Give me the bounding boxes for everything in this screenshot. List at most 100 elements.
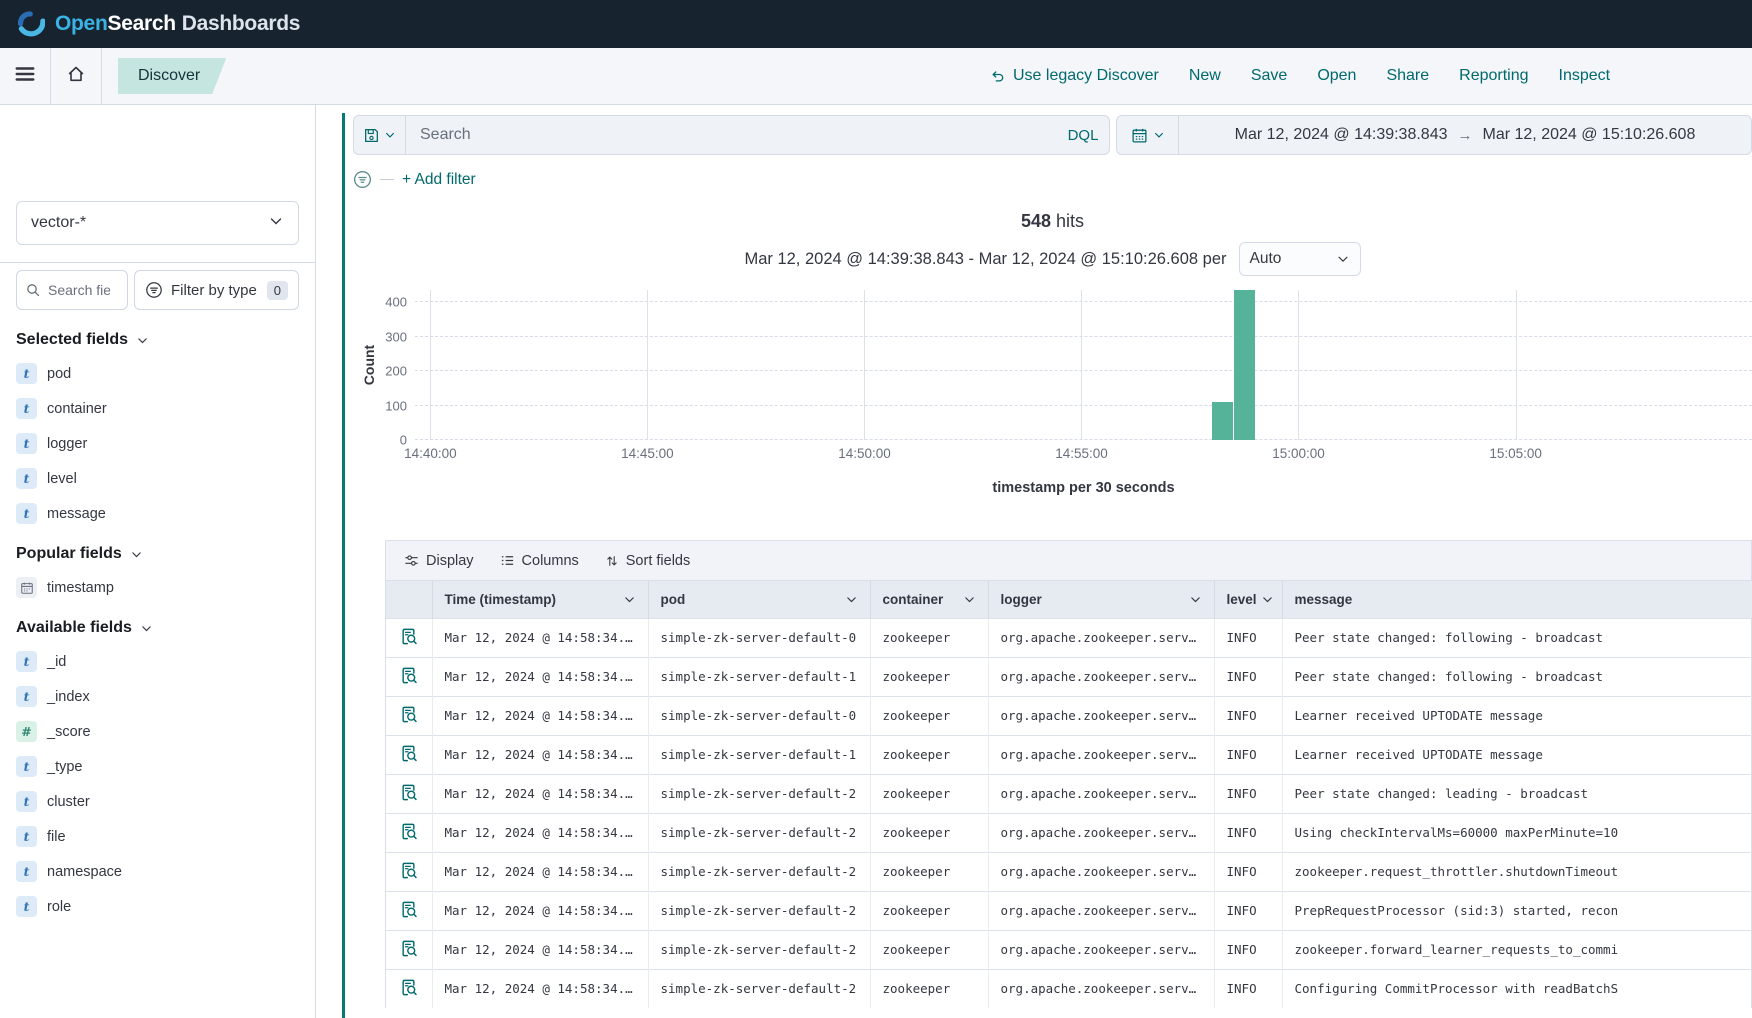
date-to[interactable]: Mar 12, 2024 @ 15:10:26.608 (1483, 126, 1696, 144)
menu-button[interactable] (0, 48, 50, 104)
x-gridline (430, 290, 431, 440)
hits-title: 548 hits (353, 211, 1752, 232)
field-name: _score (47, 724, 91, 740)
inspect-document-button[interactable] (386, 696, 432, 735)
cell-logger: org.apache.zookeeper.serv… (988, 735, 1214, 774)
display-button[interactable]: Display (404, 553, 474, 569)
cell-logger: org.apache.zookeeper.serv… (988, 774, 1214, 813)
cell-message: Learner received UPTODATE message (1282, 735, 1752, 774)
nav-action-share[interactable]: Share (1386, 67, 1429, 85)
section-header-selected-fields[interactable]: Selected fields (16, 331, 299, 349)
inspect-document-button[interactable] (386, 657, 432, 696)
inspect-document-button[interactable] (386, 969, 432, 1008)
field-item-namespace[interactable]: tnamespace (16, 861, 299, 882)
query-bar: DQL (353, 115, 1110, 155)
x-tick-label: 14:50:00 (838, 446, 891, 461)
inspect-document-button[interactable] (386, 774, 432, 813)
columns-button[interactable]: Columns (500, 553, 579, 569)
field-search-input[interactable] (48, 282, 110, 298)
chevron-down-icon (384, 129, 396, 141)
histogram-bar-14:58:00[interactable] (1212, 402, 1234, 440)
field-item-role[interactable]: trole (16, 896, 299, 917)
field-item-pod[interactable]: tpod (16, 363, 299, 384)
column-header-message[interactable]: message (1282, 581, 1752, 618)
field-item-level[interactable]: tlevel (16, 468, 299, 489)
interval-value: Auto (1250, 250, 1282, 268)
query-language-button[interactable]: DQL (1057, 116, 1109, 154)
y-gridline (415, 301, 1752, 302)
cell-pod: simple-zk-server-default-1 (648, 657, 870, 696)
field-name: message (47, 506, 106, 522)
cell-message: zookeeper.request_throttler.shutdownTime… (1282, 852, 1752, 891)
inspect-document-button[interactable] (386, 735, 432, 774)
column-header-time-timestamp-[interactable]: Time (timestamp) (432, 581, 648, 618)
toolbar-separator (101, 48, 102, 104)
nav-action-reporting[interactable]: Reporting (1459, 67, 1528, 85)
column-header-logger[interactable]: logger (988, 581, 1214, 618)
nav-action-save[interactable]: Save (1251, 67, 1287, 85)
fields-sidebar: vector-* Filter by type 0 Selected field… (0, 105, 316, 1018)
x-axis: 14:40:0014:45:0014:50:0014:55:0015:00:00… (415, 440, 1752, 462)
cell-pod: simple-zk-server-default-2 (648, 852, 870, 891)
cell-pod: simple-zk-server-default-2 (648, 813, 870, 852)
x-gridline (1516, 290, 1517, 440)
filter-by-type-button[interactable]: Filter by type 0 (134, 270, 299, 310)
y-gridline (415, 370, 1752, 371)
column-label: logger (1001, 592, 1042, 607)
nav-action-use-legacy-discover[interactable]: Use legacy Discover (990, 67, 1159, 85)
field-item-message[interactable]: tmessage (16, 503, 299, 524)
text-field-icon: t (16, 468, 37, 489)
inspect-document-button[interactable] (386, 891, 432, 930)
nav-action-open[interactable]: Open (1317, 67, 1356, 85)
cell-container: zookeeper (870, 813, 988, 852)
section-header-popular-fields[interactable]: Popular fields (16, 545, 299, 563)
column-header-container[interactable]: container (870, 581, 988, 618)
sort-fields-button[interactable]: Sort fields (605, 553, 690, 569)
field-item-logger[interactable]: tlogger (16, 433, 299, 454)
column-header-level[interactable]: level (1214, 581, 1282, 618)
column-label: pod (661, 592, 686, 607)
cell-logger: org.apache.zookeeper.serv… (988, 657, 1214, 696)
inspect-document-button[interactable] (386, 930, 432, 969)
field-item-_index[interactable]: t_index (16, 686, 299, 707)
inspect-document-button[interactable] (386, 852, 432, 891)
saved-queries-button[interactable] (354, 116, 406, 154)
cell-container: zookeeper (870, 891, 988, 930)
histogram-bar-14:58:30[interactable] (1234, 290, 1256, 440)
field-item-_type[interactable]: t_type (16, 756, 299, 777)
field-item-_id[interactable]: t_id (16, 651, 299, 672)
search-input[interactable] (406, 116, 1057, 154)
inspect-document-button[interactable] (386, 813, 432, 852)
index-pattern-select[interactable]: vector-* (16, 201, 299, 245)
field-item-_score[interactable]: #_score (16, 721, 299, 742)
chevron-down-icon (1189, 593, 1202, 606)
field-name: role (47, 899, 71, 915)
field-item-file[interactable]: tfile (16, 826, 299, 847)
opensearch-logo-icon (18, 11, 45, 38)
x-axis-title: timestamp per 30 seconds (415, 480, 1752, 496)
home-button[interactable] (51, 48, 101, 104)
field-name: cluster (47, 794, 90, 810)
nav-action-label: Use legacy Discover (1013, 67, 1159, 85)
add-filter-button[interactable]: + Add filter (402, 171, 476, 189)
cell-container: zookeeper (870, 618, 988, 657)
field-item-timestamp[interactable]: timestamp (16, 577, 299, 598)
field-item-cluster[interactable]: tcluster (16, 791, 299, 812)
expand-column-header (386, 581, 432, 618)
interval-select[interactable]: Auto (1239, 242, 1361, 276)
filter-icon (145, 281, 163, 299)
sidebar-resize-handle[interactable] (342, 113, 345, 1018)
column-header-pod[interactable]: pod (648, 581, 870, 618)
chevron-down-icon (1261, 593, 1274, 606)
section-header-available-fields[interactable]: Available fields (16, 619, 299, 637)
date-from[interactable]: Mar 12, 2024 @ 14:39:38.843 (1235, 126, 1448, 144)
breadcrumb-discover[interactable]: Discover (118, 58, 226, 94)
cell-time: Mar 12, 2024 @ 14:58:34.… (432, 969, 648, 1008)
inspect-document-button[interactable] (386, 618, 432, 657)
filter-circle-icon[interactable] (353, 170, 372, 189)
nav-action-new[interactable]: New (1189, 67, 1221, 85)
date-quick-select-button[interactable] (1117, 116, 1179, 154)
nav-action-inspect[interactable]: Inspect (1559, 67, 1611, 85)
field-item-container[interactable]: tcontainer (16, 398, 299, 419)
cell-pod: simple-zk-server-default-2 (648, 930, 870, 969)
